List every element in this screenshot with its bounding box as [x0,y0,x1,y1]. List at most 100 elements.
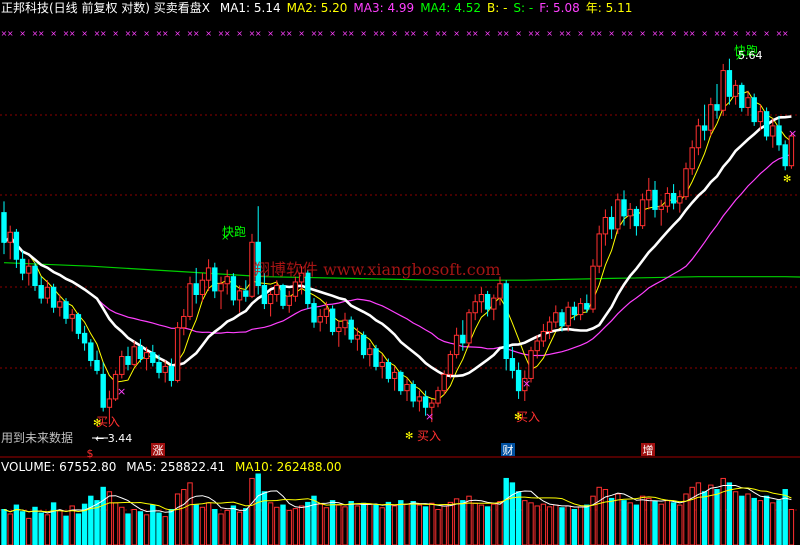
volume-bar-105 [652,501,658,545]
candle-body-91 [565,306,571,327]
candle-body-22 [137,346,144,360]
candle-body-44 [274,285,280,295]
volume-bar-107 [664,500,671,545]
volume-bar-16 [100,486,106,545]
candle-body-94 [584,303,590,310]
volume-bar-25 [156,512,162,545]
candle-body-45 [280,285,286,306]
volume-bar-3 [19,511,26,545]
volume-bar-69 [429,502,435,545]
candle-body-55 [342,319,348,329]
candle-body-120 [745,97,751,108]
candle-body-115 [714,104,720,111]
volume-bar-29 [181,489,187,545]
signal-mark-118: × [732,29,739,38]
signal-mark-16: × [100,29,107,38]
signal-mark-33: × [205,29,212,38]
candle-body-72 [447,354,454,375]
candle-body-34 [212,267,218,292]
indicator-6: F: 5.08 [539,1,580,15]
volume-bar-43 [267,502,274,545]
volume-bar-27 [168,509,175,545]
candle-body-4 [26,265,32,274]
volume-bar-100 [621,500,627,545]
signal-mark-13: × [81,29,88,38]
signal-mark-38: × [236,29,243,38]
indicator-7: 年: 5.11 [585,1,633,15]
volume-bar-10 [63,515,69,545]
candle-body-54 [336,327,342,332]
volume-bar-111 [689,486,695,545]
volume-bar-6 [38,512,44,545]
buy-star-1: ✻ [405,431,413,442]
volume-bar-8 [50,502,57,545]
candle-body-5 [32,265,38,287]
volume-bar-32 [199,506,206,545]
candle-body-76 [472,301,478,314]
volume-bar-19 [119,506,125,545]
candle-body-107 [664,193,671,207]
signal-mark-106: × [658,29,665,38]
signal-mark-111: × [689,29,696,38]
candle-body-57 [354,334,361,340]
candle-body-125 [776,125,782,146]
candle-body-96 [596,233,602,267]
candle-body-119 [739,84,745,108]
volume-bar-84 [522,500,528,545]
volume-bar-35 [218,513,224,545]
candle-body-32 [199,279,206,295]
candle-body-11 [69,314,75,319]
signal-mark-48: × [298,29,305,38]
signal-mark-53: × [329,29,336,38]
candle-body-23 [143,352,150,360]
volume-bar-74 [460,500,466,545]
candle-body-20 [125,356,131,365]
volume-bar-28 [174,493,181,545]
volume-bar-99 [615,493,621,545]
signal-mark-18: × [112,29,119,38]
candle-body-124 [770,125,776,137]
candle-body-29 [181,315,187,329]
volume-bar-88 [546,506,553,545]
candle-body-13 [81,332,88,344]
candle-body-33 [205,267,212,281]
volume-bar-119 [739,495,745,545]
candle-body-97 [602,216,609,235]
sell-mark-4: × [788,127,797,140]
candle-body-31 [193,283,199,295]
indicator-5: S: - [513,1,534,15]
volume-bar-123 [763,495,770,545]
buy-star-2: ✻ [514,412,522,423]
volume-bar-52 [323,507,330,545]
volume-bar-108 [670,502,677,545]
volume-bar-57 [354,505,361,545]
candle-body-46 [286,295,292,306]
volume-header: VOLUME: 67552.80 MA5: 258822.41 MA10: 26… [1,460,342,474]
volume-bar-122 [757,500,764,545]
indicator-4: B: - [486,1,508,15]
volume-bar-45 [280,504,286,545]
candle-body-9 [57,301,63,308]
candle-body-67 [416,396,423,402]
volume-bar-31 [193,504,199,545]
signal-mark-86: × [534,29,541,38]
candle-body-113 [701,125,708,131]
candle-body-27 [168,365,175,381]
event-label-0: 涨 [153,444,164,457]
candle-body-63 [391,371,398,379]
candle-body-112 [695,125,702,149]
buy-label-2: 买入 [417,429,441,443]
candle-body-87 [540,330,547,342]
candle-body-52 [323,308,330,317]
candle-body-89 [553,312,559,323]
candle-body-36 [224,276,230,285]
candle-body-85 [528,350,534,379]
signal-mark-26: × [162,29,169,38]
volume-bar-103 [639,495,646,545]
sell-mark-2: × [425,410,434,423]
volume-bar-11 [69,505,75,545]
volume-bar-41 [255,473,261,545]
volume-bar-54 [336,504,342,545]
candle-body-62 [385,361,392,379]
volume-bar-80 [497,501,503,545]
